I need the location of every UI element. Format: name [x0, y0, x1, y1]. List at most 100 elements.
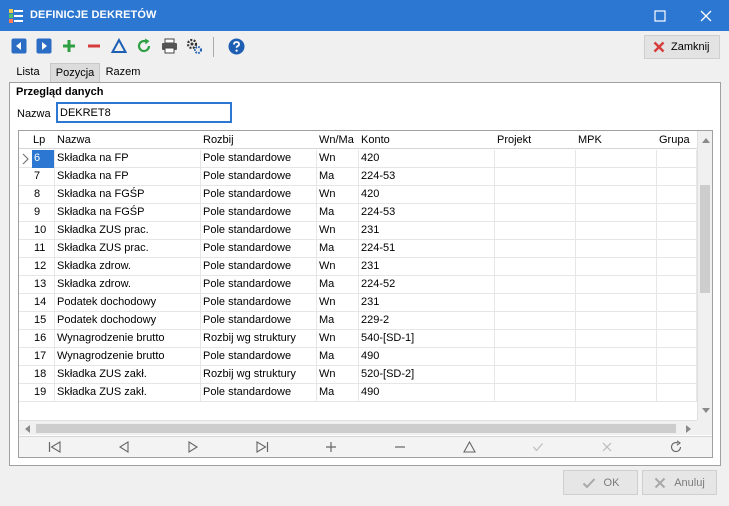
grid-cell-empty[interactable]	[495, 348, 576, 366]
grid-cell-lp[interactable]: 14	[32, 294, 55, 312]
grid-cell-konto[interactable]: 231	[359, 222, 495, 240]
grid-cell-wnma[interactable]: Wn	[317, 258, 359, 276]
grid-cell-rozbij[interactable]: Rozbij wg struktury	[201, 330, 317, 348]
grid-cell-empty[interactable]	[576, 150, 657, 168]
scroll-down-icon[interactable]	[698, 403, 713, 418]
grid-cell-nazwa[interactable]: Składka ZUS prac.	[55, 222, 201, 240]
grid-cell-lp[interactable]: 15	[32, 312, 55, 330]
table-row[interactable]: 13 Składka zdrow. Pole standardowe Ma 224-52	[19, 276, 697, 294]
edit-button[interactable]	[110, 37, 128, 55]
grid-cell-lp[interactable]: 12	[32, 258, 55, 276]
grid-cell-lp[interactable]: 16	[32, 330, 55, 348]
grid-cell-lp[interactable]: 17	[32, 348, 55, 366]
grid-cell-nazwa[interactable]: Wynagrodzenie brutto	[55, 348, 201, 366]
grid-cell-empty[interactable]	[495, 312, 576, 330]
tab-razem[interactable]: Razem	[102, 63, 144, 82]
grid-cell-empty[interactable]	[657, 258, 697, 276]
grid-cell-empty[interactable]	[576, 240, 657, 258]
grid-cell-empty[interactable]	[657, 312, 697, 330]
table-row[interactable]: 8 Składka na FGŚP Pole standardowe Wn 420	[19, 186, 697, 204]
grid-cell-empty[interactable]	[495, 294, 576, 312]
grid-cell-nazwa[interactable]: Podatek dochodowy	[55, 294, 201, 312]
table-row[interactable]: 11 Składka ZUS prac. Pole standardowe Ma 224…	[19, 240, 697, 258]
grid-cell-konto[interactable]: 490	[359, 348, 495, 366]
grid-cell-konto[interactable]: 229-2	[359, 312, 495, 330]
grid-cell-lp[interactable]: 10	[32, 222, 55, 240]
grid-cell-rozbij[interactable]: Pole standardowe	[201, 240, 317, 258]
grid-cell-wnma[interactable]: Wn	[317, 294, 359, 312]
grid-cell-konto[interactable]: 224-53	[359, 204, 495, 222]
close-window-button[interactable]	[683, 0, 729, 31]
horizontal-scrollbar[interactable]	[19, 420, 697, 435]
grid-cell-empty[interactable]	[657, 384, 697, 402]
grid-cell-nazwa[interactable]: Składka na FP	[55, 168, 201, 186]
nav-first-button[interactable]	[46, 439, 64, 455]
grid-cell-empty[interactable]	[495, 276, 576, 294]
grid-cell-wnma[interactable]: Ma	[317, 240, 359, 258]
nav-delete-button[interactable]	[391, 439, 409, 455]
grid-cell-empty[interactable]	[576, 366, 657, 384]
grid-cell-konto[interactable]: 224-51	[359, 240, 495, 258]
grid-cell-empty[interactable]	[657, 186, 697, 204]
table-row[interactable]: 12 Składka zdrow. Pole standardowe Wn 231	[19, 258, 697, 276]
grid-cell-empty[interactable]	[495, 330, 576, 348]
grid-cell-rozbij[interactable]: Rozbij wg struktury	[201, 366, 317, 384]
grid-cell-konto[interactable]: 224-53	[359, 168, 495, 186]
grid-cell-empty[interactable]	[495, 222, 576, 240]
grid-cell-empty[interactable]	[576, 168, 657, 186]
maximize-button[interactable]	[637, 0, 683, 31]
grid-cell-rozbij[interactable]: Pole standardowe	[201, 222, 317, 240]
column-header-projekt[interactable]: Projekt	[497, 134, 531, 146]
cancel-button[interactable]: Anuluj	[642, 470, 717, 495]
grid-cell-konto[interactable]: 231	[359, 258, 495, 276]
grid-cell-rozbij[interactable]: Pole standardowe	[201, 348, 317, 366]
column-header-konto[interactable]: Konto	[361, 134, 390, 146]
grid-cell-wnma[interactable]: Ma	[317, 204, 359, 222]
nav-cancel-button[interactable]	[598, 439, 616, 455]
table-row[interactable]: 9 Składka na FGŚP Pole standardowe Ma 224-53	[19, 204, 697, 222]
grid-cell-lp[interactable]: 13	[32, 276, 55, 294]
grid-cell-empty[interactable]	[576, 294, 657, 312]
grid-cell-empty[interactable]	[576, 384, 657, 402]
grid-cell-nazwa[interactable]: Składka na FGŚP	[55, 186, 201, 204]
column-header-grupa[interactable]: Grupa	[659, 134, 690, 146]
grid-cell-empty[interactable]	[576, 330, 657, 348]
table-row[interactable]: 7 Składka na FP Pole standardowe Ma 224-53	[19, 168, 697, 186]
grid-cell-lp[interactable]: 6	[32, 150, 55, 168]
nav-prior-button[interactable]	[115, 439, 133, 455]
grid-cell-wnma[interactable]: Ma	[317, 312, 359, 330]
grid-cell-wnma[interactable]: Ma	[317, 168, 359, 186]
grid-cell-wnma[interactable]: Wn	[317, 330, 359, 348]
grid-cell-konto[interactable]: 490	[359, 384, 495, 402]
column-header-rozbij[interactable]: Rozbij	[203, 134, 234, 146]
tab-lista[interactable]: Lista	[8, 63, 48, 82]
column-header-mpk[interactable]: MPK	[578, 134, 602, 146]
grid-cell-empty[interactable]	[495, 384, 576, 402]
grid-cell-nazwa[interactable]: Składka ZUS prac.	[55, 240, 201, 258]
grid-cell-wnma[interactable]: Ma	[317, 348, 359, 366]
column-header-wnma[interactable]: Wn/Ma	[319, 134, 354, 146]
grid-cell-empty[interactable]	[657, 330, 697, 348]
vertical-scroll-thumb[interactable]	[700, 185, 710, 293]
grid-cell-empty[interactable]	[495, 204, 576, 222]
horizontal-scroll-thumb[interactable]	[36, 424, 676, 433]
grid-cell-empty[interactable]	[495, 168, 576, 186]
add-button[interactable]	[60, 37, 78, 55]
grid-cell-nazwa[interactable]: Podatek dochodowy	[55, 312, 201, 330]
grid-cell-konto[interactable]: 231	[359, 294, 495, 312]
print-button[interactable]	[160, 37, 178, 55]
grid-cell-empty[interactable]	[576, 276, 657, 294]
previous-record-button[interactable]	[10, 37, 28, 55]
grid-cell-nazwa[interactable]: Składka ZUS zakł.	[55, 366, 201, 384]
table-row[interactable]: 17 Wynagrodzenie brutto Pole standardowe Ma…	[19, 348, 697, 366]
grid-cell-rozbij[interactable]: Pole standardowe	[201, 384, 317, 402]
grid-cell-empty[interactable]	[576, 258, 657, 276]
column-header-nazwa[interactable]: Nazwa	[57, 134, 91, 146]
next-record-button[interactable]	[35, 37, 53, 55]
grid-cell-nazwa[interactable]: Składka zdrow.	[55, 258, 201, 276]
grid-cell-empty[interactable]	[657, 150, 697, 168]
nav-post-button[interactable]	[529, 439, 547, 455]
grid-cell-wnma[interactable]: Wn	[317, 366, 359, 384]
remove-button[interactable]	[85, 37, 103, 55]
grid-cell-rozbij[interactable]: Pole standardowe	[201, 258, 317, 276]
